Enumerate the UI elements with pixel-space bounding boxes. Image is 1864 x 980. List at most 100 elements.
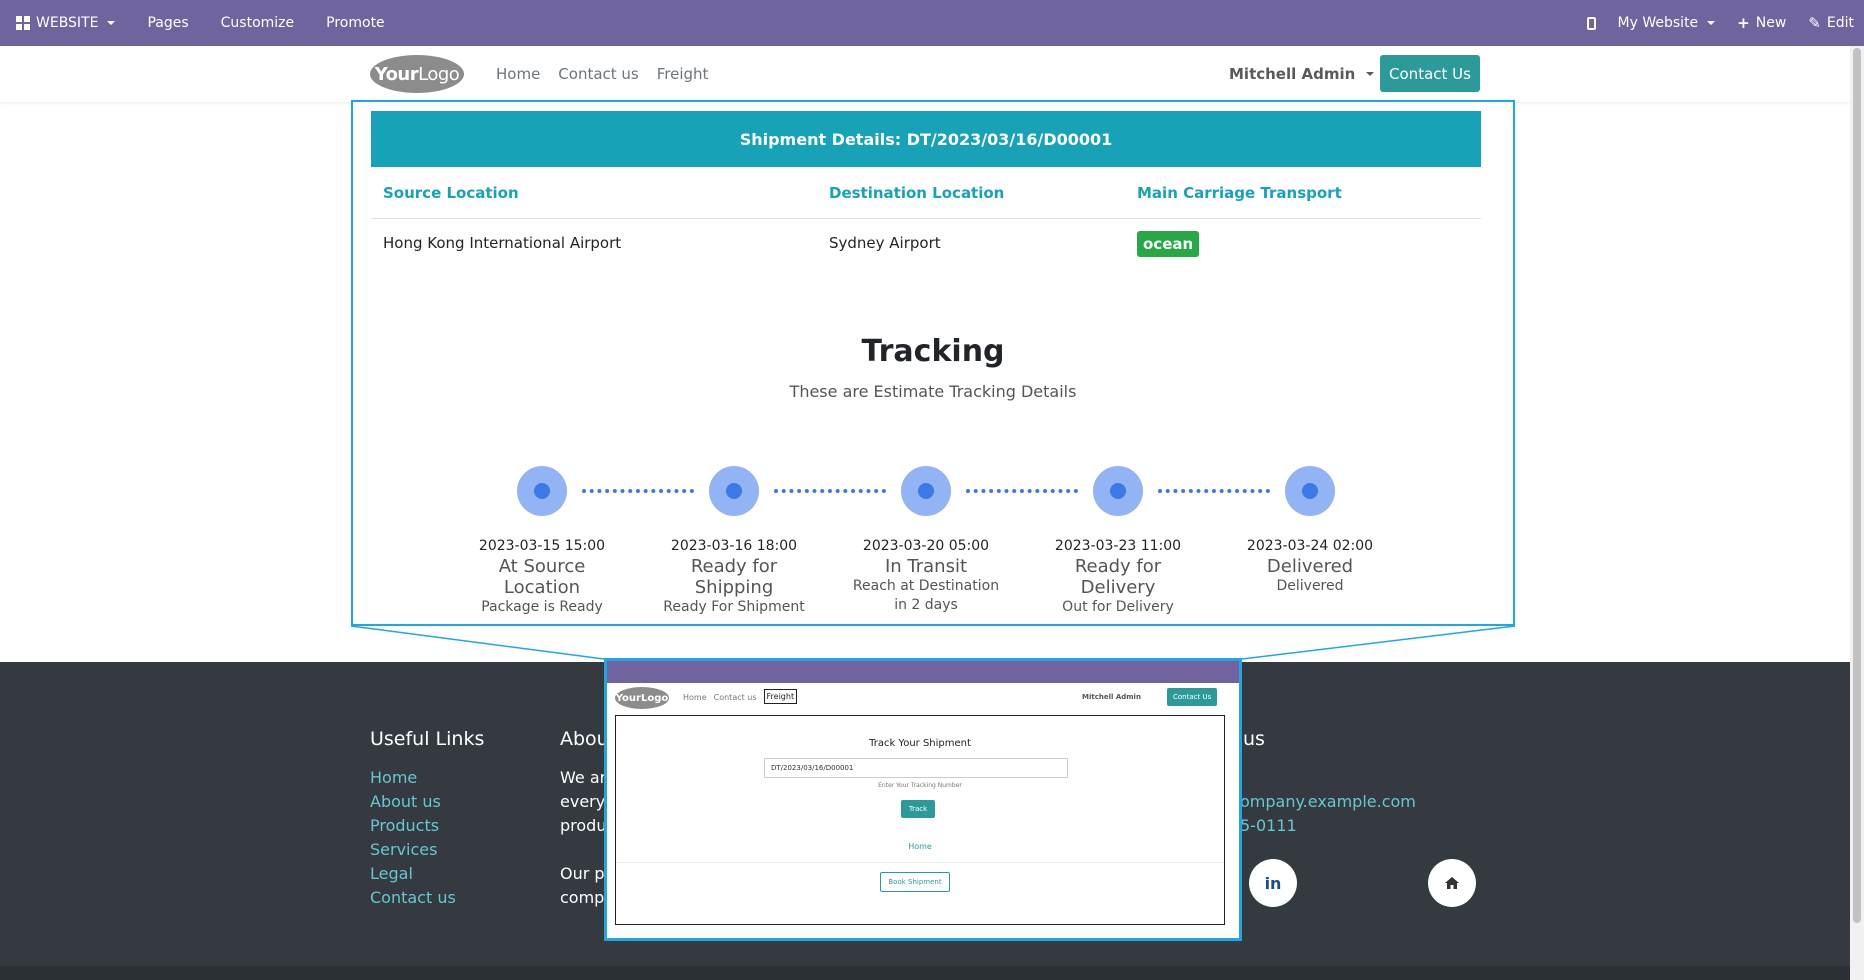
step-description: Out for Delivery (1062, 599, 1174, 615)
inset-admin-bar (607, 661, 1239, 683)
destination-value: Sydney Airport (829, 234, 941, 252)
inset-user-menu[interactable]: Mitchell Admin (1082, 693, 1141, 701)
tracking-step: 2023-03-16 18:00 Ready for Shipping Read… (654, 466, 814, 617)
user-menu[interactable]: Mitchell Admin (1229, 65, 1375, 83)
inset-header: YourLogo Home Contact us Freight Mitchel… (607, 683, 1239, 713)
linkedin-icon[interactable]: in (1249, 859, 1297, 907)
nav-contact-us[interactable]: Contact us (558, 65, 638, 83)
inset-tracking-form: Track Your Shipment DT/2023/03/16/D00001… (615, 715, 1225, 925)
inset-divider (616, 862, 1224, 863)
promote-menu[interactable]: Promote (326, 15, 385, 31)
step-dot-icon (1093, 466, 1143, 516)
step-status: At Source Location (498, 556, 586, 598)
step-dot-icon (517, 466, 567, 516)
scrollbar-thumb[interactable] (1853, 48, 1861, 923)
inset-track-button[interactable]: Track (901, 800, 935, 818)
useful-links-title: Useful Links (370, 728, 485, 750)
tracking-step: 2023-03-24 02:00 Delivered Delivered (1230, 466, 1390, 596)
footer-phone-link[interactable]: 5-0111 (1240, 816, 1297, 835)
home-icon[interactable] (1428, 859, 1476, 907)
inset-home-link[interactable]: Home (616, 842, 1224, 851)
mobile-preview-button[interactable] (1586, 16, 1596, 30)
pencil-icon: ✎ (1808, 14, 1821, 32)
column-source-location: Source Location (383, 184, 519, 202)
step-description: Delivered (1276, 578, 1344, 594)
contact-us-button[interactable]: Contact Us (1380, 55, 1480, 92)
step-status: Ready for Shipping (690, 556, 778, 598)
step-description: Package is Ready (481, 599, 603, 615)
inset-track-title: Track Your Shipment (869, 738, 971, 749)
shipment-table: Source Location Destination Location Mai… (371, 167, 1481, 269)
footer-link-products[interactable]: Products (370, 816, 439, 835)
step-date: 2023-03-15 15:00 (478, 538, 606, 554)
table-header-row: Source Location Destination Location Mai… (371, 167, 1481, 219)
mobile-phone-icon (1586, 16, 1596, 30)
footer-link-contact[interactable]: Contact us (370, 888, 456, 907)
page-scrollbar[interactable] (1850, 46, 1864, 980)
nav-freight[interactable]: Freight (657, 65, 709, 83)
source-value: Hong Kong International Airport (383, 234, 622, 252)
step-status: Ready for Delivery (1074, 556, 1162, 598)
step-dot-icon (709, 466, 759, 516)
inset-nav: Home Contact us Freight (683, 689, 798, 704)
step-date: 2023-03-24 02:00 (1246, 538, 1374, 554)
my-website-label: My Website (1617, 15, 1699, 31)
step-status: In Transit (884, 556, 968, 577)
nav-home[interactable]: Home (496, 65, 540, 83)
inset-nav-home[interactable]: Home (683, 693, 707, 704)
website-menu[interactable]: WEBSITE (16, 15, 116, 31)
shipment-title: Shipment Details: DT/2023/03/16/D00001 (371, 111, 1481, 167)
customize-menu[interactable]: Customize (221, 15, 295, 31)
footer-link-services[interactable]: Services (370, 840, 437, 859)
linkedin-label: in (1264, 873, 1282, 893)
tracking-step: 2023-03-15 15:00 At Source Location Pack… (462, 466, 622, 617)
caret-down-icon (1707, 21, 1716, 25)
website-menu-label: WEBSITE (36, 15, 99, 31)
new-label: New (1755, 15, 1787, 31)
tracking-title: Tracking (861, 334, 1005, 369)
inset-logo: YourLogo (615, 687, 669, 709)
footer-link-legal[interactable]: Legal (370, 864, 413, 883)
caret-down-icon (1366, 72, 1375, 76)
footer-link-home[interactable]: Home (370, 768, 417, 787)
step-description: Ready For Shipment (663, 599, 805, 615)
about-title: Abou (560, 728, 609, 750)
company-logo[interactable]: Your Logo (370, 55, 464, 93)
step-status: Delivered (1266, 556, 1354, 577)
step-dot-icon (901, 466, 951, 516)
column-destination-location: Destination Location (829, 184, 1005, 202)
footer-email-link[interactable]: ompany.example.com (1240, 792, 1416, 811)
edit-button[interactable]: ✎ Edit (1808, 14, 1854, 32)
tracking-step: 2023-03-20 05:00 In Transit Reach at Des… (846, 466, 1006, 615)
user-name: Mitchell Admin (1229, 65, 1356, 83)
table-row: Hong Kong International Airport Sydney A… (371, 219, 1481, 269)
column-main-carriage: Main Carriage Transport (1137, 184, 1342, 202)
transport-badge: ocean (1137, 231, 1200, 257)
caret-down-icon (107, 21, 116, 25)
inset-contact-button[interactable]: Contact Us (1167, 688, 1218, 706)
inset-nav-contact[interactable]: Contact us (714, 693, 757, 704)
logo-bold-text: Your (374, 63, 419, 85)
step-dot-icon (1285, 466, 1335, 516)
plus-icon: + (1737, 14, 1750, 32)
footer-link-about[interactable]: About us (370, 792, 441, 811)
new-button[interactable]: + New (1737, 14, 1786, 32)
main-nav: Home Contact us Freight (496, 65, 708, 83)
edit-label: Edit (1826, 15, 1854, 31)
shipment-details-section: Shipment Details: DT/2023/03/16/D00001 S… (351, 100, 1515, 626)
inset-tracking-input[interactable]: DT/2023/03/16/D00001 (764, 758, 1068, 778)
step-date: 2023-03-16 18:00 (670, 538, 798, 554)
my-website-menu[interactable]: My Website (1618, 15, 1716, 31)
inset-input-hint: Enter Your Tracking Number (878, 782, 962, 789)
zoom-inset-preview: YourLogo Home Contact us Freight Mitchel… (604, 658, 1242, 941)
site-header: Your Logo Home Contact us Freight Mitchel… (0, 46, 1850, 102)
pages-menu[interactable]: Pages (147, 15, 188, 31)
step-date: 2023-03-23 11:00 (1054, 538, 1182, 554)
tracking-subtitle: These are Estimate Tracking Details (789, 382, 1077, 401)
inset-book-shipment-button[interactable]: Book Shipment (880, 872, 950, 892)
apps-grid-icon (16, 16, 30, 30)
inset-nav-freight[interactable]: Freight (763, 689, 798, 704)
website-admin-bar: WEBSITE Pages Customize Promote My Websi… (0, 0, 1864, 46)
step-date: 2023-03-20 05:00 (862, 538, 990, 554)
step-description: Reach at Destination in 2 days (852, 578, 1000, 613)
